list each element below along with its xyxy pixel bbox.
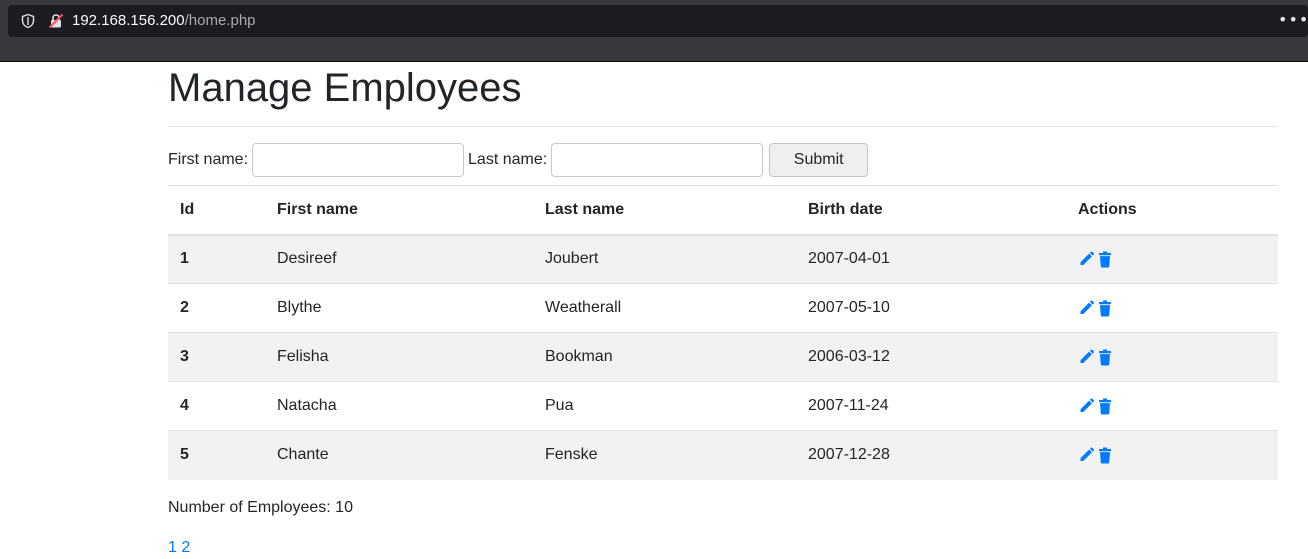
last-name-label: Last name: xyxy=(468,151,548,168)
cell-actions xyxy=(1066,235,1278,284)
url-path: /home.php xyxy=(184,12,256,29)
header-id: Id xyxy=(180,200,195,218)
search-form: First name: Last name: Submit xyxy=(168,143,869,177)
address-bar[interactable]: 192.168.156.200/home.php ••• xyxy=(8,5,1308,37)
cell-birth-date: 2006-03-12 xyxy=(808,348,890,365)
table-row: 3 Felisha Bookman 2006-03-12 xyxy=(168,332,1278,382)
edit-pencil-icon[interactable] xyxy=(1078,447,1095,463)
url-text[interactable]: 192.168.156.200/home.php xyxy=(72,12,256,30)
shield-icon[interactable] xyxy=(20,13,36,29)
cell-id: 1 xyxy=(180,250,189,268)
url-host: 192.168.156.200 xyxy=(72,12,185,29)
table-header-row: Id First name Last name Birth date Actio… xyxy=(168,185,1278,235)
delete-trash-icon[interactable] xyxy=(1098,300,1112,317)
browser-toolbar: 192.168.156.200/home.php ••• xyxy=(0,0,1308,62)
table-row: 2 Blythe Weatherall 2007-05-10 xyxy=(168,283,1278,333)
cell-id: 2 xyxy=(180,299,189,316)
insecure-lock-icon[interactable] xyxy=(48,13,64,29)
header-birth-date: Birth date xyxy=(808,200,883,218)
table-row: 4 Natacha Pua 2007-11-24 xyxy=(168,381,1278,431)
cell-actions xyxy=(1066,333,1278,382)
page-link[interactable]: 2 xyxy=(181,539,190,556)
pagination: 1 2 xyxy=(168,538,190,558)
cell-first-name: Blythe xyxy=(277,299,322,316)
cell-last-name: Fenske xyxy=(545,446,598,464)
cell-birth-date: 2007-12-28 xyxy=(808,446,890,464)
cell-birth-date: 2007-11-24 xyxy=(808,397,889,414)
delete-trash-icon[interactable] xyxy=(1098,398,1112,415)
delete-trash-icon[interactable] xyxy=(1098,349,1112,366)
table-row: 1 Desireef Joubert 2007-04-01 xyxy=(168,234,1278,284)
submit-button[interactable]: Submit xyxy=(769,143,869,177)
cell-id: 4 xyxy=(180,397,189,414)
cell-first-name: Natacha xyxy=(277,397,337,414)
delete-trash-icon[interactable] xyxy=(1098,251,1112,268)
delete-trash-icon[interactable] xyxy=(1098,447,1112,464)
cell-last-name: Joubert xyxy=(545,250,599,268)
edit-pencil-icon[interactable] xyxy=(1078,398,1095,414)
edit-pencil-icon[interactable] xyxy=(1078,349,1095,365)
first-name-label: First name: xyxy=(168,151,249,168)
first-name-input[interactable] xyxy=(252,143,465,177)
header-first-name: First name xyxy=(277,200,358,218)
more-menu-icon[interactable]: ••• xyxy=(1278,11,1308,31)
cell-last-name: Weatherall xyxy=(545,299,622,316)
cell-first-name: Chante xyxy=(277,446,329,464)
table-row: 5 Chante Fenske 2007-12-28 xyxy=(168,430,1278,480)
page-content: Manage Employees First name: Last name: … xyxy=(168,62,1278,556)
cell-birth-date: 2007-05-10 xyxy=(808,299,890,316)
cell-id: 3 xyxy=(180,348,189,365)
edit-pencil-icon[interactable] xyxy=(1078,300,1095,316)
last-name-input[interactable] xyxy=(551,143,764,177)
cell-first-name: Felisha xyxy=(277,348,329,365)
cell-id: 5 xyxy=(180,446,189,464)
edit-pencil-icon[interactable] xyxy=(1078,251,1095,267)
employee-count: Number of Employees: 10 xyxy=(168,499,353,516)
cell-last-name: Bookman xyxy=(545,348,613,365)
page-link[interactable]: 1 xyxy=(168,539,177,556)
cell-birth-date: 2007-04-01 xyxy=(808,250,890,268)
page-title: Manage Employees xyxy=(168,66,522,110)
cell-actions xyxy=(1066,284,1278,333)
title-divider xyxy=(168,126,1278,127)
employees-table: Id First name Last name Birth date Actio… xyxy=(168,185,1278,480)
header-actions: Actions xyxy=(1078,200,1137,218)
cell-actions xyxy=(1066,382,1278,431)
cell-last-name: Pua xyxy=(545,397,574,414)
cell-first-name: Desireef xyxy=(277,250,337,268)
header-last-name: Last name xyxy=(545,200,625,218)
cell-actions xyxy=(1066,431,1278,480)
